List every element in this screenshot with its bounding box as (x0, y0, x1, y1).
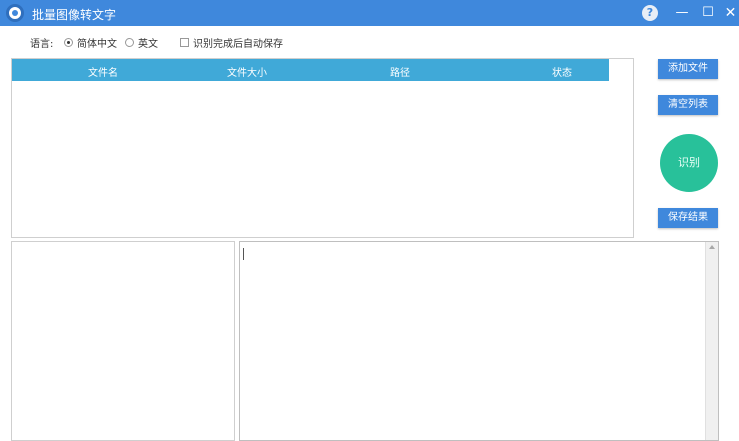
radio-label: 英文 (138, 39, 158, 50)
checkbox-icon (180, 38, 189, 47)
recognize-button[interactable]: 识别 (660, 134, 718, 192)
scroll-up-arrow-icon[interactable] (709, 245, 715, 249)
minimize-button[interactable]: — (672, 0, 692, 26)
radio-english[interactable]: 英文 (125, 35, 158, 50)
title-bar: 批量图像转文字 ? — ☐ ✕ (0, 0, 739, 26)
result-text-area[interactable] (239, 241, 719, 441)
column-header-path[interactable]: 路径 (390, 64, 410, 79)
clear-list-button[interactable]: 清空列表 (658, 95, 718, 115)
radio-unselected-icon (125, 38, 134, 47)
close-button[interactable]: ✕ (722, 0, 739, 26)
column-header-status[interactable]: 状态 (552, 64, 572, 79)
maximize-button[interactable]: ☐ (698, 0, 718, 26)
language-row: 语言: 简体中文 英文 识别完成后自动保存 (0, 26, 739, 56)
help-button[interactable]: ? (640, 0, 660, 26)
save-result-button[interactable]: 保存结果 (658, 208, 718, 228)
app-logo-icon (6, 4, 24, 22)
language-label: 语言: (30, 39, 54, 50)
radio-label: 简体中文 (77, 39, 117, 50)
table-header: 文件名 文件大小 路径 状态 (12, 59, 609, 81)
column-header-filename[interactable]: 文件名 (88, 64, 118, 79)
help-icon: ? (642, 5, 658, 21)
checkbox-label: 识别完成后自动保存 (193, 39, 283, 50)
auto-save-checkbox[interactable]: 识别完成后自动保存 (180, 35, 283, 50)
vertical-scrollbar[interactable] (705, 242, 718, 440)
radio-simplified-chinese[interactable]: 简体中文 (64, 35, 117, 50)
window-title: 批量图像转文字 (32, 8, 117, 22)
column-header-filesize[interactable]: 文件大小 (227, 64, 267, 79)
image-preview-panel (11, 241, 235, 441)
text-caret (243, 248, 244, 260)
file-list-table[interactable]: 文件名 文件大小 路径 状态 (11, 58, 634, 238)
radio-selected-icon (64, 38, 73, 47)
add-file-button[interactable]: 添加文件 (658, 59, 718, 79)
